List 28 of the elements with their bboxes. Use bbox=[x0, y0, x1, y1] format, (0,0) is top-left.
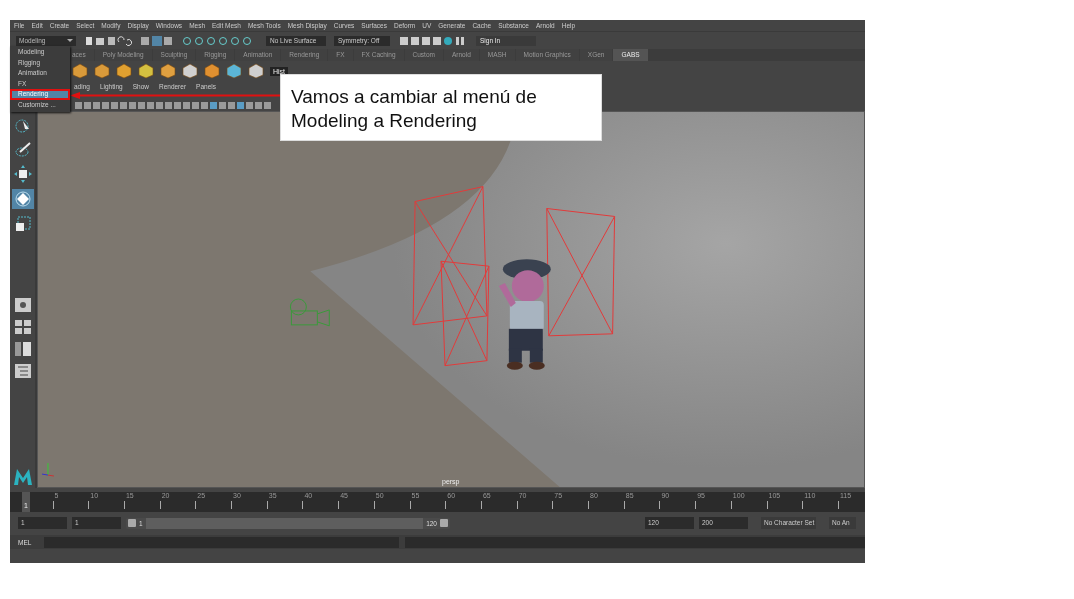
layout-single-icon[interactable] bbox=[13, 297, 32, 313]
select-tool-icon[interactable] bbox=[13, 117, 32, 135]
maya-logo bbox=[12, 468, 33, 486]
shelf-tool-icon[interactable] bbox=[94, 63, 110, 79]
shelf-tool-icon[interactable] bbox=[160, 63, 176, 79]
scale-tool-icon[interactable] bbox=[13, 215, 32, 233]
selection-mode-icon[interactable] bbox=[140, 35, 174, 46]
shelf-tool-icon[interactable] bbox=[72, 63, 88, 79]
layout-split-icon[interactable] bbox=[13, 341, 32, 357]
layout-four-icon[interactable] bbox=[13, 319, 32, 335]
shelf-tool-icon[interactable] bbox=[226, 63, 242, 79]
range-end-handle[interactable] bbox=[440, 519, 448, 527]
caret-icon bbox=[67, 39, 73, 42]
move-tool-icon[interactable] bbox=[13, 165, 32, 183]
command-input[interactable] bbox=[44, 536, 399, 548]
shelf-tool-icon[interactable] bbox=[204, 63, 220, 79]
panel-toolbar-icon[interactable] bbox=[74, 101, 274, 110]
axis-indicator-icon bbox=[41, 462, 55, 477]
lasso-tool-icon[interactable] bbox=[13, 141, 32, 159]
range-start-handle[interactable] bbox=[128, 519, 136, 527]
shelf-tool-icon[interactable] bbox=[116, 63, 132, 79]
shelf-tool-icon[interactable] bbox=[182, 63, 198, 79]
shelf-tool-icon[interactable] bbox=[248, 63, 264, 79]
outliner-icon[interactable] bbox=[13, 363, 32, 379]
rotate-tool-icon[interactable] bbox=[11, 189, 34, 209]
callout-text: Vamos a cambiar al menú de Modeling a Rendering bbox=[280, 74, 602, 141]
shelf-tool-icon[interactable] bbox=[138, 63, 154, 79]
file-tools-icon[interactable] bbox=[84, 35, 132, 46]
